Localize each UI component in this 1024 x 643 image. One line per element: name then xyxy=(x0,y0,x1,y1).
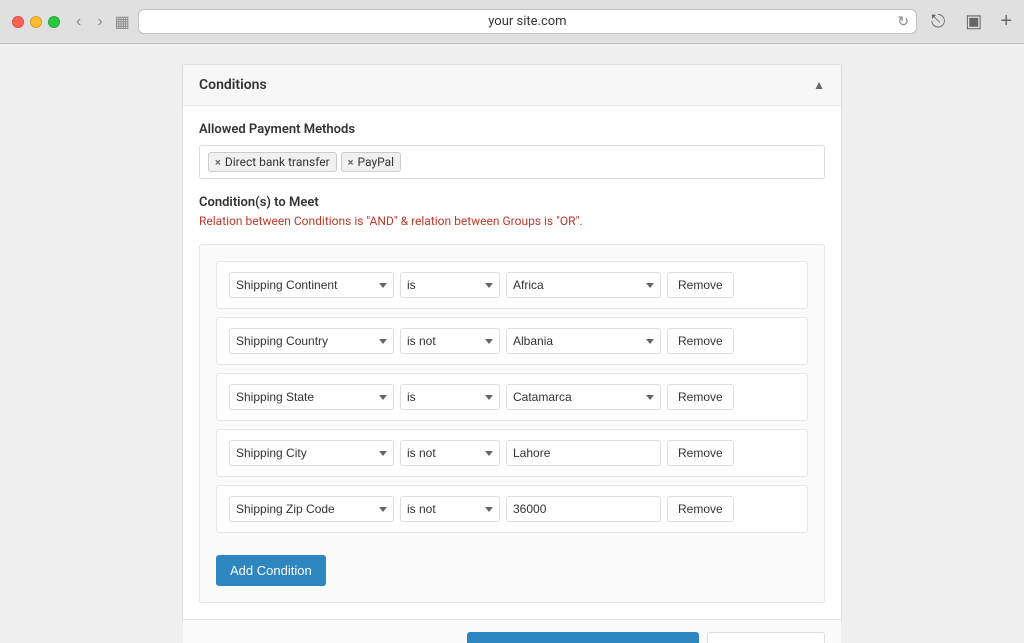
payment-methods-field: × Direct bank transfer × PayPal xyxy=(199,145,825,179)
main-panel: Conditions ▲ Allowed Payment Methods × D… xyxy=(182,64,842,623)
remove-button-4[interactable]: Remove xyxy=(667,496,734,522)
condition-row-3: Shipping City Shipping Continent Shippin… xyxy=(216,429,808,477)
condition-value-select-1[interactable]: Albania Afghanistan Algeria xyxy=(506,328,661,354)
add-condition-button[interactable]: Add Condition xyxy=(216,555,326,586)
condition-operator-select-2[interactable]: is is not xyxy=(400,384,500,410)
remove-direct-bank-icon[interactable]: × xyxy=(215,156,221,169)
condition-row-4: Shipping Zip Code Shipping Continent Shi… xyxy=(216,485,808,533)
back-button[interactable]: ‹ xyxy=(72,11,85,33)
remove-button-0[interactable]: Remove xyxy=(667,272,734,298)
conditions-header: Conditions ▲ xyxy=(183,65,841,106)
minimize-traffic-light[interactable] xyxy=(30,16,42,28)
collapse-arrow-icon[interactable]: ▲ xyxy=(813,78,825,92)
url-bar-wrapper: your site.com ↻ xyxy=(138,9,917,34)
condition-type-select-3[interactable]: Shipping City Shipping Continent Shippin… xyxy=(229,440,394,466)
condition-value-select-2[interactable]: Catamarca Buenos Aires Córdoba xyxy=(506,384,661,410)
condition-row-1: Shipping Country Shipping Continent Ship… xyxy=(216,317,808,365)
condition-type-select-0[interactable]: Shipping Continent Shipping Country Ship… xyxy=(229,272,394,298)
maximize-traffic-light[interactable] xyxy=(48,16,60,28)
tag-direct-bank-label: Direct bank transfer xyxy=(225,155,330,169)
forward-button[interactable]: › xyxy=(93,11,106,33)
conditions-to-meet-label: Condition(s) to Meet xyxy=(199,195,825,210)
condition-operator-select-1[interactable]: is not is xyxy=(400,328,500,354)
condition-operator-select-0[interactable]: is is not xyxy=(400,272,500,298)
condition-value-input-4[interactable] xyxy=(506,496,661,522)
reload-icon[interactable]: ↻ xyxy=(897,14,909,30)
condition-group-box: Shipping Continent Shipping Country Ship… xyxy=(199,244,825,603)
condition-type-select-2[interactable]: Shipping State Shipping Continent Shippi… xyxy=(229,384,394,410)
condition-type-select-1[interactable]: Shipping Country Shipping Continent Ship… xyxy=(229,328,394,354)
add-alternative-group-button[interactable]: Add an Alternative Condition Group xyxy=(467,632,699,643)
sidebar-toggle-button[interactable]: ▦ xyxy=(115,12,130,32)
new-tab-button[interactable]: + xyxy=(1000,10,1012,33)
condition-value-select-0[interactable]: Africa Europe Asia Americas xyxy=(506,272,661,298)
remove-group-button[interactable]: Remove Group xyxy=(707,632,825,643)
condition-operator-select-3[interactable]: is not is xyxy=(400,440,500,466)
traffic-lights xyxy=(12,16,60,28)
tag-paypal: × PayPal xyxy=(341,152,401,172)
condition-row-0: Shipping Continent Shipping Country Ship… xyxy=(216,261,808,309)
allowed-payment-label: Allowed Payment Methods xyxy=(199,122,825,137)
url-bar[interactable]: your site.com xyxy=(138,9,917,34)
page-content: Conditions ▲ Allowed Payment Methods × D… xyxy=(0,44,1024,643)
condition-row-2: Shipping State Shipping Continent Shippi… xyxy=(216,373,808,421)
remove-paypal-icon[interactable]: × xyxy=(348,156,354,169)
tag-paypal-label: PayPal xyxy=(358,155,395,169)
tag-direct-bank: × Direct bank transfer xyxy=(208,152,337,172)
conditions-title: Conditions xyxy=(199,77,267,93)
condition-operator-select-4[interactable]: is not is xyxy=(400,496,500,522)
new-window-button[interactable]: ▣ xyxy=(959,9,988,34)
share-button[interactable]: ⎋ xyxy=(925,9,951,34)
condition-type-select-4[interactable]: Shipping Zip Code Shipping Continent Shi… xyxy=(229,496,394,522)
conditions-body: Allowed Payment Methods × Direct bank tr… xyxy=(183,106,841,619)
condition-value-input-3[interactable] xyxy=(506,440,661,466)
browser-chrome: ‹ › ▦ your site.com ↻ ⎋ ▣ + xyxy=(0,0,1024,44)
remove-button-2[interactable]: Remove xyxy=(667,384,734,410)
panel-footer: Add an Alternative Condition Group Remov… xyxy=(183,619,841,643)
close-traffic-light[interactable] xyxy=(12,16,24,28)
relation-note: Relation between Conditions is "AND" & r… xyxy=(199,214,825,228)
remove-button-3[interactable]: Remove xyxy=(667,440,734,466)
remove-button-1[interactable]: Remove xyxy=(667,328,734,354)
